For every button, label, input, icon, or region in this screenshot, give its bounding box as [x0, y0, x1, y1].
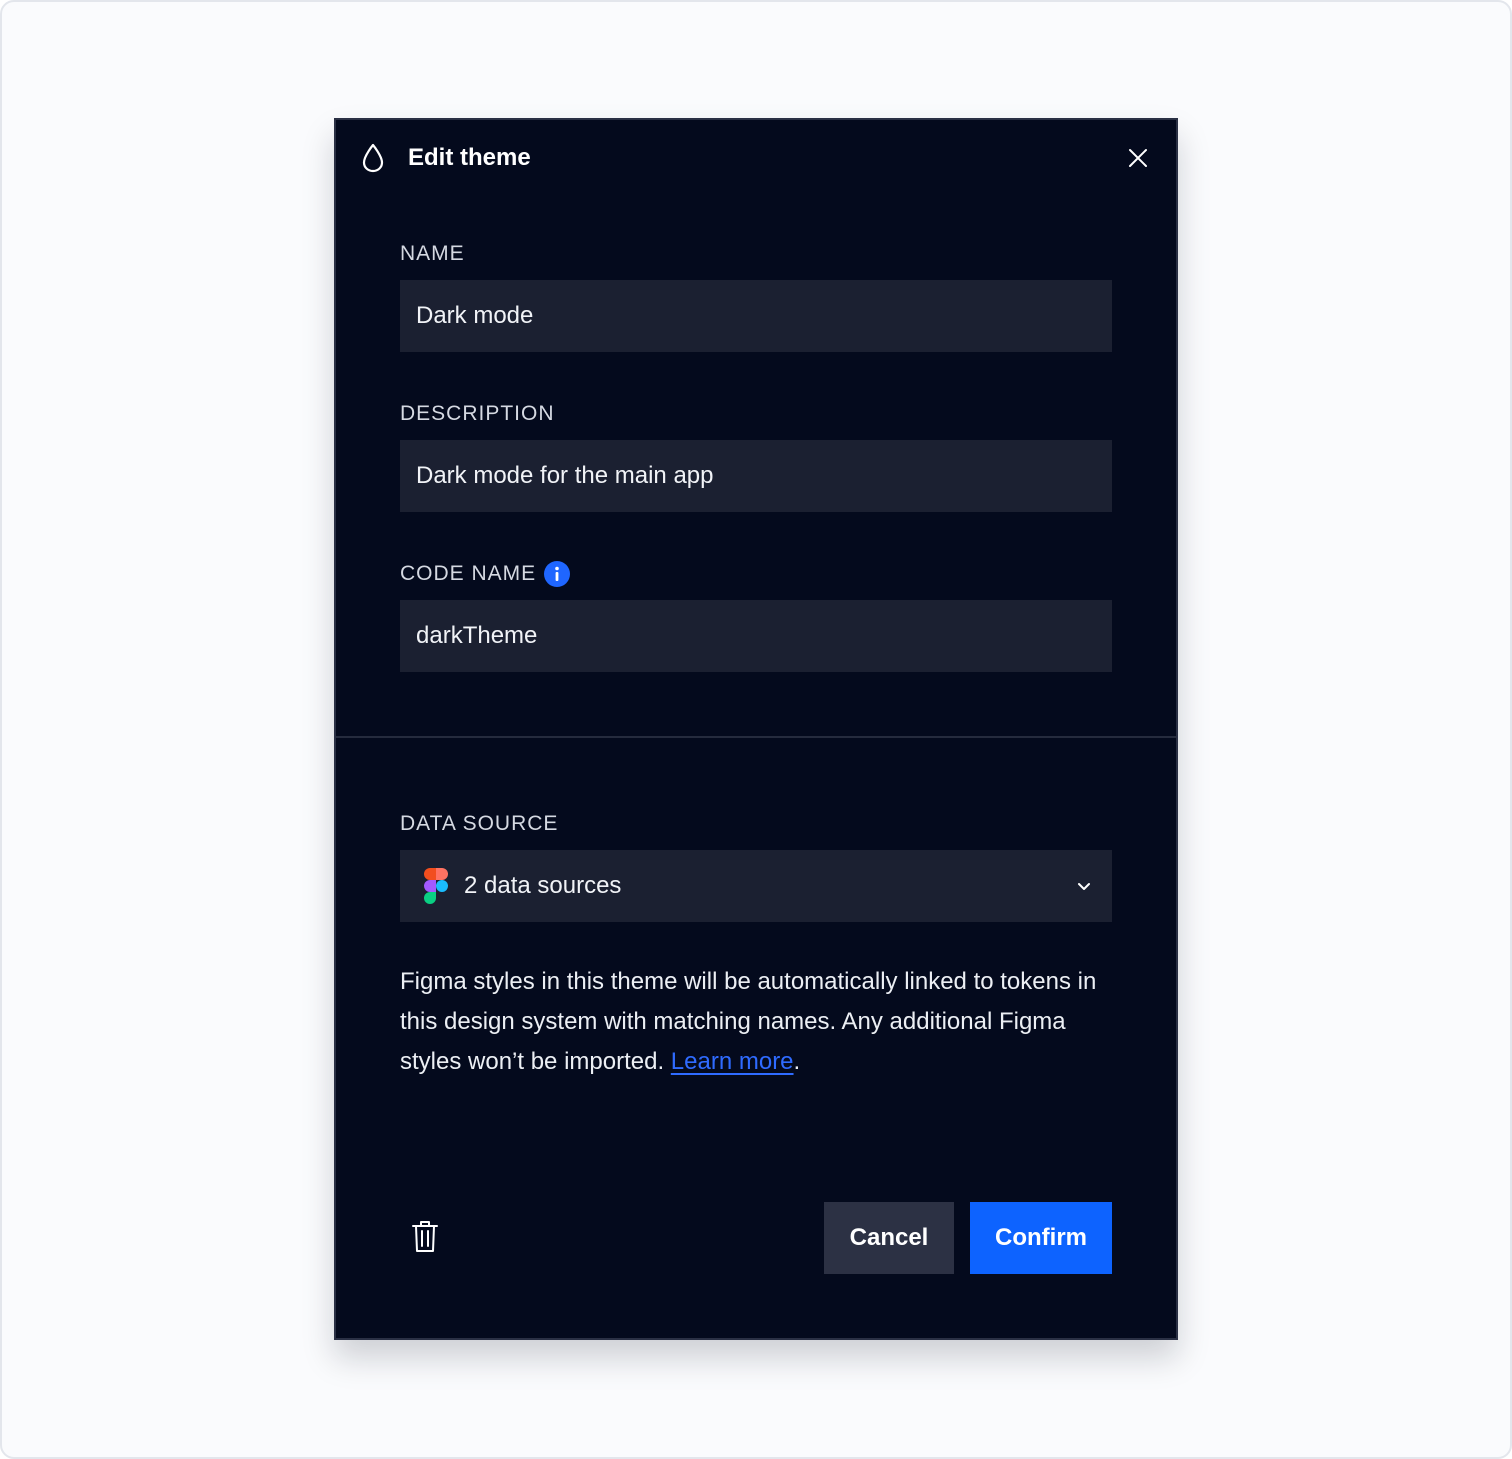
edit-theme-dialog: Edit theme NAME DESCRIPTION CODE NAME DA… — [334, 118, 1178, 1340]
drop-icon — [362, 143, 384, 173]
section-divider — [336, 736, 1176, 738]
name-label: NAME — [400, 242, 465, 265]
name-input[interactable] — [400, 280, 1112, 352]
data-source-select[interactable]: 2 data sources — [400, 850, 1112, 922]
description-label: DESCRIPTION — [400, 402, 555, 425]
helper-suffix: . — [793, 1048, 801, 1075]
dialog-header: Edit theme — [336, 120, 1176, 196]
confirm-button[interactable]: Confirm — [970, 1202, 1112, 1274]
info-icon[interactable] — [544, 561, 571, 587]
dialog-title: Edit theme — [408, 144, 531, 171]
figma-icon — [424, 868, 448, 904]
cancel-button[interactable]: Cancel — [824, 1202, 954, 1274]
trash-icon — [412, 1221, 438, 1252]
close-button[interactable] — [1122, 142, 1154, 174]
description-input[interactable] — [400, 440, 1112, 512]
data-source-label: DATA SOURCE — [400, 812, 559, 835]
data-source-helper-text: Figma styles in this theme will be autom… — [400, 962, 1100, 1082]
chevron-down-icon — [1078, 883, 1090, 890]
code-name-label: CODE NAME — [400, 560, 571, 588]
delete-theme-button[interactable] — [412, 1220, 438, 1258]
code-name-input[interactable] — [400, 600, 1112, 672]
close-icon — [1129, 149, 1147, 167]
learn-more-link[interactable]: Learn more — [671, 1048, 794, 1075]
data-source-value: 2 data sources — [464, 872, 622, 899]
code-name-label-text: CODE NAME — [400, 562, 537, 585]
